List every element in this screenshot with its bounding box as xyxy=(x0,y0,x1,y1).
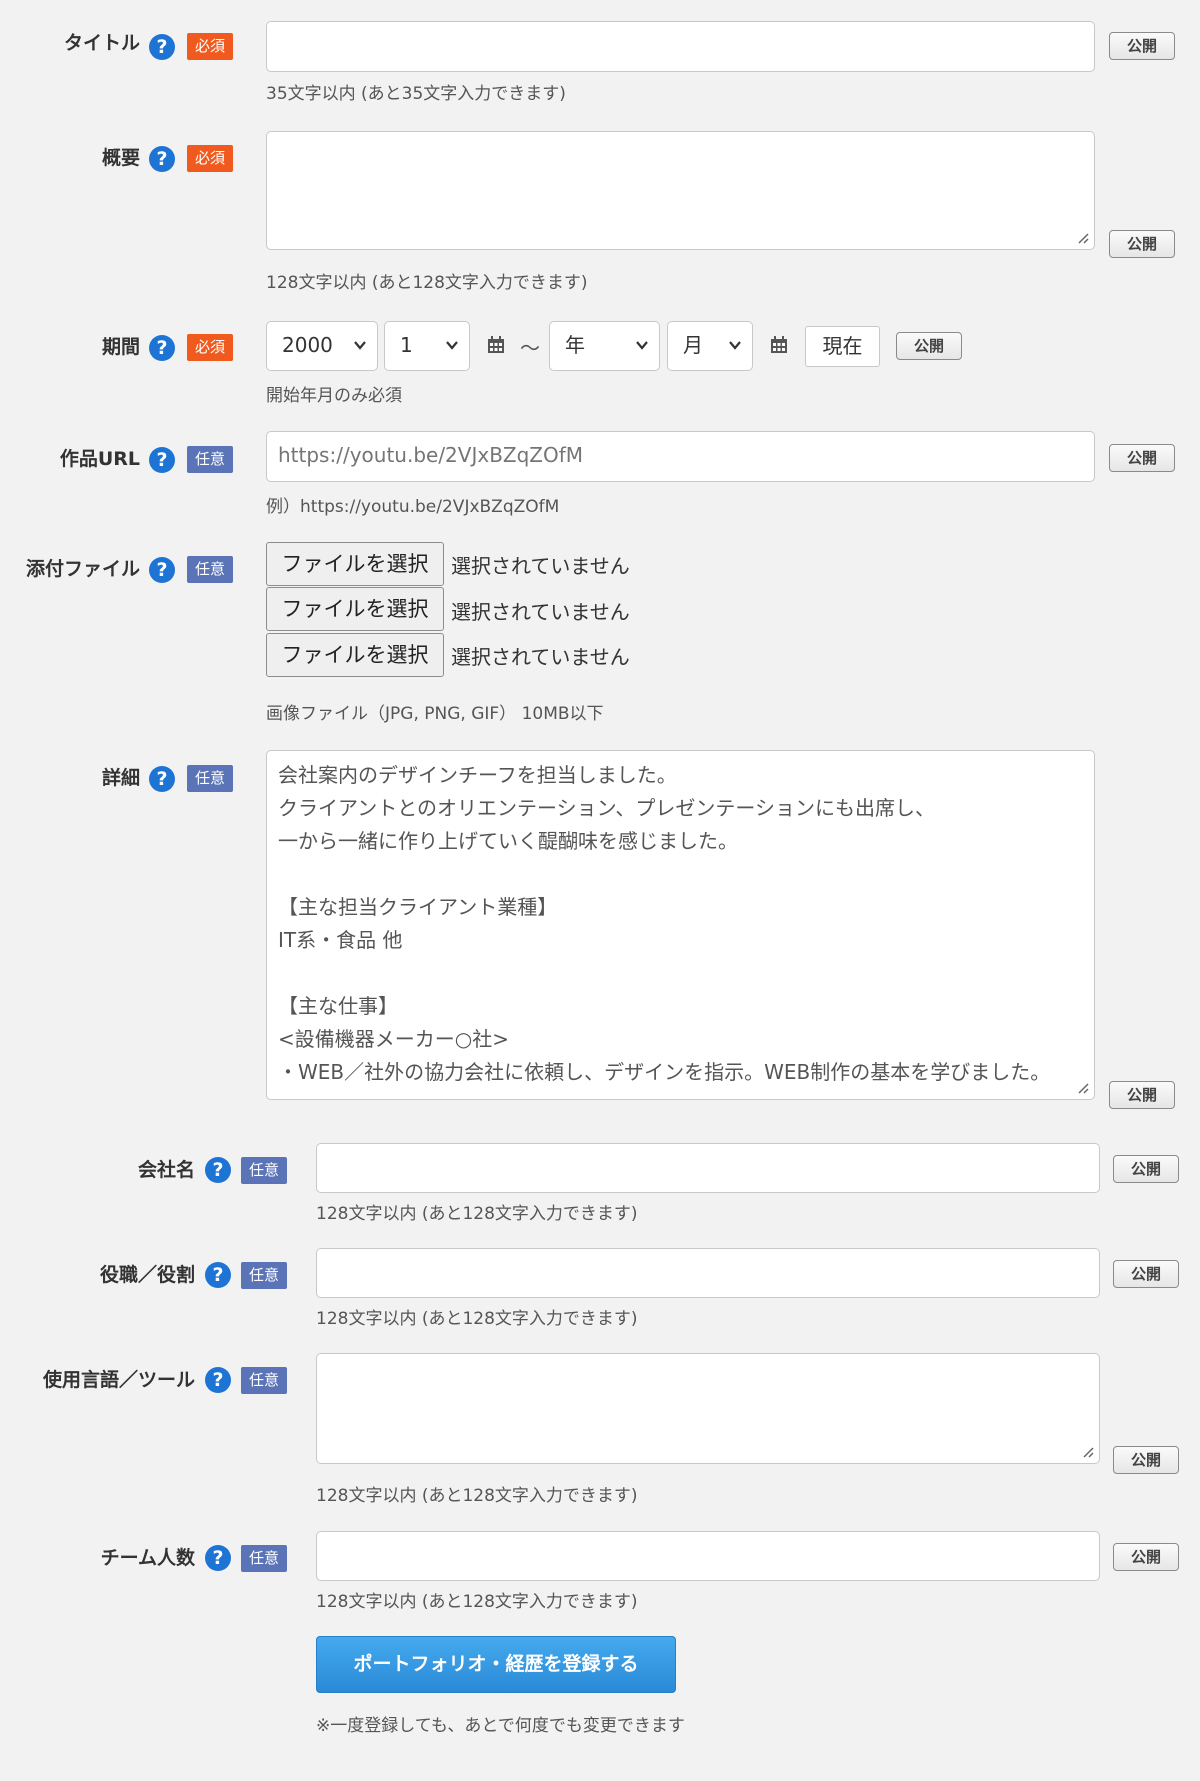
role-help-icon[interactable]: ? xyxy=(205,1262,231,1288)
start-month-value: 1 xyxy=(400,333,413,357)
now-button[interactable]: 現在 xyxy=(805,326,880,367)
start-year-value: 2000 xyxy=(282,333,333,357)
team-input[interactable] xyxy=(316,1531,1100,1581)
company-optional-badge: 任意 xyxy=(241,1157,287,1184)
period-help-icon[interactable]: ? xyxy=(149,335,175,361)
attachment-help-icon[interactable]: ? xyxy=(149,557,175,583)
title-public-toggle[interactable]: 公開 xyxy=(1109,32,1175,60)
company-hint: 128文字以内 (あと128文字入力できます) xyxy=(316,1204,638,1224)
team-optional-badge: 任意 xyxy=(241,1545,287,1572)
submit-note: ※一度登録しても、あとで何度でも変更できます xyxy=(316,1716,685,1736)
tools-public-toggle[interactable]: 公開 xyxy=(1113,1446,1179,1474)
tools-resize-grip-icon[interactable] xyxy=(1082,1446,1094,1458)
role-input[interactable] xyxy=(316,1248,1100,1298)
detail-label: 詳細 xyxy=(101,767,140,789)
summary-hint: 128文字以内 (あと128文字入力できます) xyxy=(266,273,588,293)
period-separator: 〜 xyxy=(520,336,540,360)
summary-required-badge: 必須 xyxy=(187,145,233,172)
detail-textarea[interactable]: 会社案内のデザインチーフを担当しました。 クライアントとのオリエンテーション、プ… xyxy=(266,750,1095,1100)
end-calendar-icon[interactable] xyxy=(769,335,789,355)
chevron-down-icon xyxy=(446,341,458,350)
role-hint: 128文字以内 (あと128文字入力できます) xyxy=(316,1309,638,1329)
title-required-badge: 必須 xyxy=(187,33,233,60)
file-status: 選択されていません xyxy=(451,600,630,624)
url-placeholder: https://youtu.be/2VJxBZqZOfM xyxy=(278,443,584,467)
detail-help-icon[interactable]: ? xyxy=(149,766,175,792)
summary-textarea[interactable] xyxy=(266,131,1095,250)
detail-public-toggle[interactable]: 公開 xyxy=(1109,1081,1175,1109)
register-portfolio-button[interactable]: ポートフォリオ・経歴を登録する xyxy=(316,1636,676,1693)
summary-label: 概要 xyxy=(101,147,140,169)
detail-optional-badge: 任意 xyxy=(187,765,233,792)
role-public-toggle[interactable]: 公開 xyxy=(1113,1260,1179,1288)
role-label: 役職／役割 xyxy=(99,1264,195,1286)
role-optional-badge: 任意 xyxy=(241,1262,287,1289)
start-calendar-icon[interactable] xyxy=(486,335,506,355)
chevron-down-icon xyxy=(729,341,741,350)
period-hint: 開始年月のみ必須 xyxy=(266,386,402,406)
summary-help-icon[interactable]: ? xyxy=(149,146,175,172)
period-public-toggle[interactable]: 公開 xyxy=(896,332,962,360)
title-hint: 35文字以内 (あと35文字入力できます) xyxy=(266,84,566,104)
end-month-select[interactable]: 月 xyxy=(667,321,753,371)
tools-hint: 128文字以内 (あと128文字入力できます) xyxy=(316,1486,638,1506)
attachment-hint: 画像ファイル（JPG, PNG, GIF） 10MB以下 xyxy=(266,704,604,724)
company-public-toggle[interactable]: 公開 xyxy=(1113,1155,1179,1183)
file-status: 選択されていません xyxy=(451,645,630,669)
team-help-icon[interactable]: ? xyxy=(205,1545,231,1571)
url-help-icon[interactable]: ? xyxy=(149,447,175,473)
url-input[interactable]: https://youtu.be/2VJxBZqZOfM xyxy=(266,431,1095,482)
tools-label: 使用言語／ツール xyxy=(42,1369,195,1391)
team-label: チーム人数 xyxy=(100,1547,195,1569)
tools-help-icon[interactable]: ? xyxy=(205,1367,231,1393)
tools-textarea[interactable] xyxy=(316,1353,1100,1464)
period-label: 期間 xyxy=(101,336,140,358)
period-required-badge: 必須 xyxy=(187,334,233,361)
detail-resize-grip-icon[interactable] xyxy=(1077,1082,1089,1094)
chevron-down-icon xyxy=(354,341,366,350)
title-help-icon[interactable]: ? xyxy=(149,34,175,60)
start-month-select[interactable]: 1 xyxy=(384,321,470,371)
start-year-select[interactable]: 2000 xyxy=(266,321,378,371)
end-month-value: 月 xyxy=(683,333,703,357)
url-public-toggle[interactable]: 公開 xyxy=(1109,444,1175,472)
file-select-button[interactable]: ファイルを選択 xyxy=(266,633,444,677)
url-label: 作品URL xyxy=(59,448,140,470)
attachment-optional-badge: 任意 xyxy=(187,556,233,583)
company-help-icon[interactable]: ? xyxy=(205,1157,231,1183)
end-year-value: 年 xyxy=(565,333,585,357)
file-status: 選択されていません xyxy=(451,554,630,578)
chevron-down-icon xyxy=(636,341,648,350)
file-select-button[interactable]: ファイルを選択 xyxy=(266,587,444,631)
tools-optional-badge: 任意 xyxy=(241,1367,287,1394)
company-label: 会社名 xyxy=(137,1159,195,1181)
company-input[interactable] xyxy=(316,1143,1100,1193)
title-input[interactable] xyxy=(266,21,1095,72)
attachment-label: 添付ファイル xyxy=(25,558,140,580)
url-optional-badge: 任意 xyxy=(187,446,233,473)
url-hint: 例）https://youtu.be/2VJxBZqZOfM xyxy=(266,497,560,517)
summary-public-toggle[interactable]: 公開 xyxy=(1109,230,1175,258)
team-hint: 128文字以内 (あと128文字入力できます) xyxy=(316,1592,638,1612)
title-label: タイトル xyxy=(63,32,140,54)
end-year-select[interactable]: 年 xyxy=(549,321,660,371)
file-select-button[interactable]: ファイルを選択 xyxy=(266,542,444,586)
team-public-toggle[interactable]: 公開 xyxy=(1113,1543,1179,1571)
summary-resize-grip-icon[interactable] xyxy=(1077,232,1089,244)
